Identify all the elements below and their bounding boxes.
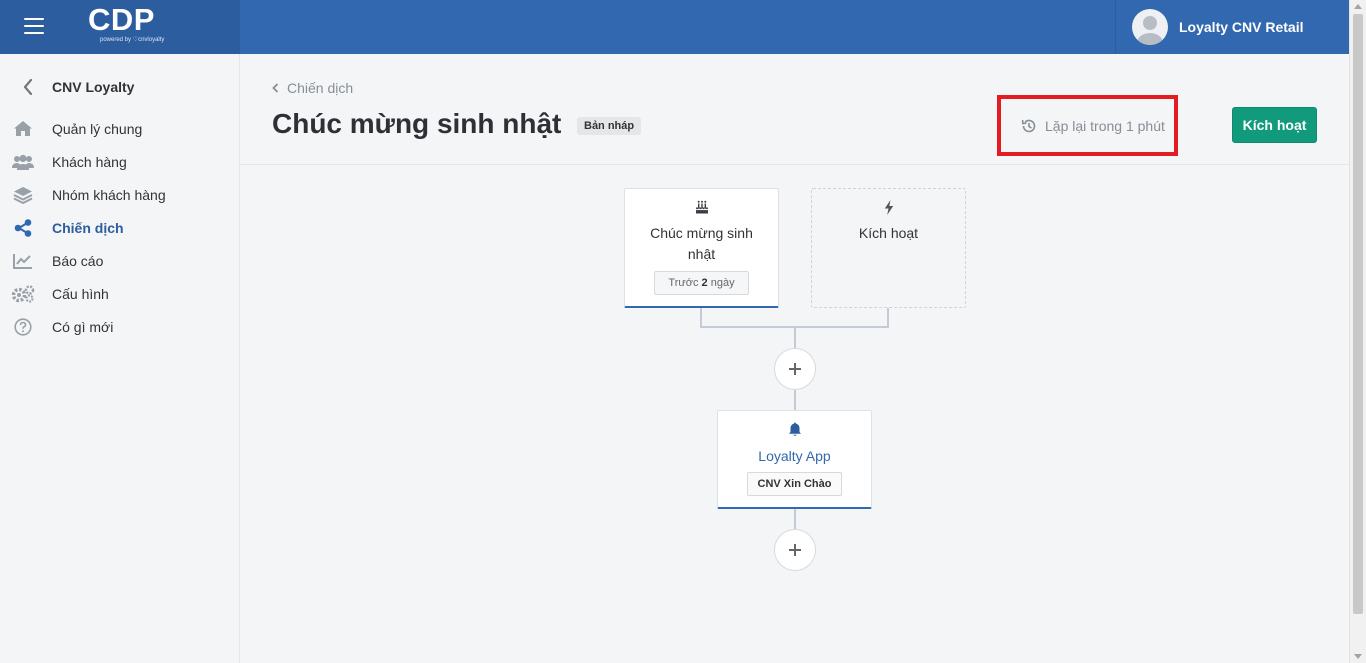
user-menu[interactable]: Loyalty CNV Retail: [1115, 0, 1349, 54]
chip-suffix: ngày: [710, 277, 735, 289]
connector-line: [887, 308, 889, 328]
scroll-up-arrow-icon[interactable]: [1354, 4, 1362, 9]
action-node-loyalty-app[interactable]: Loyalty App CNV Xin Chào: [717, 410, 872, 509]
gears-icon: [0, 284, 52, 303]
share-icon: [0, 218, 52, 237]
hamburger-menu-icon[interactable]: [24, 18, 44, 34]
trigger-node-title: Chúc mừng sinh nhật: [650, 225, 753, 262]
header-divider: [240, 164, 1349, 165]
sidebar-item-label: Chiến dịch: [52, 219, 124, 236]
autosave-text: Lặp lại trong 1 phút: [1045, 117, 1165, 134]
action-template-chip: CNV Xin Chào: [746, 472, 843, 496]
sidebar-item-customers[interactable]: Khách hàng: [0, 145, 240, 178]
trigger-node-birthday[interactable]: Chúc mừng sinh nhật Trước 2 ngày: [624, 188, 779, 308]
sidebar-menu: Quản lý chung Khách hàng Nhóm khách hàng…: [0, 112, 240, 343]
sidebar-item-overview[interactable]: Quản lý chung: [0, 112, 240, 145]
avatar: [1132, 9, 1168, 45]
history-icon: [1021, 119, 1036, 132]
autosave-status: Lặp lại trong 1 phút: [997, 95, 1178, 156]
scrollbar-thumb[interactable]: [1353, 14, 1363, 614]
sidebar-item-settings[interactable]: Cấu hình: [0, 277, 240, 310]
sidebar-item-label: Có gì mới: [52, 318, 114, 335]
add-trigger-title: Kích hoạt: [858, 225, 919, 241]
user-name: Loyalty CNV Retail: [1179, 19, 1304, 35]
logo-subtext: powered by ♡cnvloyalty: [100, 37, 165, 43]
users-icon: [0, 154, 52, 170]
layers-icon: [0, 186, 52, 204]
brand-area: CDP powered by ♡cnvloyalty: [0, 0, 240, 54]
action-node-title: Loyalty App: [758, 448, 831, 464]
breadcrumb-link[interactable]: Chiến dịch: [287, 80, 353, 96]
chart-line-icon: [0, 253, 52, 269]
sidebar-title: CNV Loyalty: [52, 79, 135, 95]
sidebar-item-label: Cấu hình: [52, 285, 109, 302]
connector-line: [794, 326, 796, 350]
home-icon: [0, 120, 52, 137]
activate-button[interactable]: Kích hoạt: [1232, 107, 1317, 143]
connector-line: [700, 308, 702, 328]
vertical-scrollbar[interactable]: [1349, 0, 1366, 663]
sidebar-item-label: Quản lý chung: [52, 120, 143, 137]
birthday-cake-icon: [625, 200, 778, 216]
trigger-timing-chip: Trước 2 ngày: [654, 271, 749, 295]
bolt-icon: [812, 200, 965, 216]
main-content: Chiến dịch Chúc mừng sinh nhật Bản nháp …: [240, 54, 1349, 663]
question-circle-icon: [0, 317, 52, 336]
add-step-button[interactable]: [774, 529, 816, 571]
page-title: Chúc mừng sinh nhật: [272, 108, 562, 139]
sidebar-item-label: Khách hàng: [52, 153, 127, 170]
sidebar-item-whats-new[interactable]: Có gì mới: [0, 310, 240, 343]
sidebar-item-label: Nhóm khách hàng: [52, 186, 166, 203]
top-bar: CDP powered by ♡cnvloyalty Loyalty CNV R…: [0, 0, 1349, 54]
sidebar-header: CNV Loyalty: [0, 72, 240, 102]
sidebar-item-reports[interactable]: Báo cáo: [0, 244, 240, 277]
connector-line: [794, 509, 796, 529]
logo[interactable]: CDP powered by ♡cnvloyalty: [88, 2, 164, 43]
status-badge: Bản nháp: [577, 117, 642, 135]
scroll-down-arrow-icon[interactable]: [1354, 654, 1362, 659]
back-chevron-icon[interactable]: [0, 79, 52, 95]
breadcrumb-chevron-icon: [272, 83, 279, 93]
chip-prefix: Trước: [668, 277, 699, 289]
connector-line: [794, 390, 796, 410]
sidebar: CNV Loyalty Quản lý chung Khách hàng Nhó…: [0, 54, 240, 663]
logo-text: CDP: [88, 2, 155, 37]
sidebar-item-customer-groups[interactable]: Nhóm khách hàng: [0, 178, 240, 211]
add-step-button[interactable]: [774, 348, 816, 390]
bell-icon: [718, 422, 871, 438]
sidebar-item-campaigns[interactable]: Chiến dịch: [0, 211, 240, 244]
breadcrumb[interactable]: Chiến dịch: [272, 80, 353, 96]
chip-value: 2: [701, 277, 708, 289]
add-trigger-node[interactable]: Kích hoạt: [811, 188, 966, 308]
sidebar-item-label: Báo cáo: [52, 252, 104, 269]
